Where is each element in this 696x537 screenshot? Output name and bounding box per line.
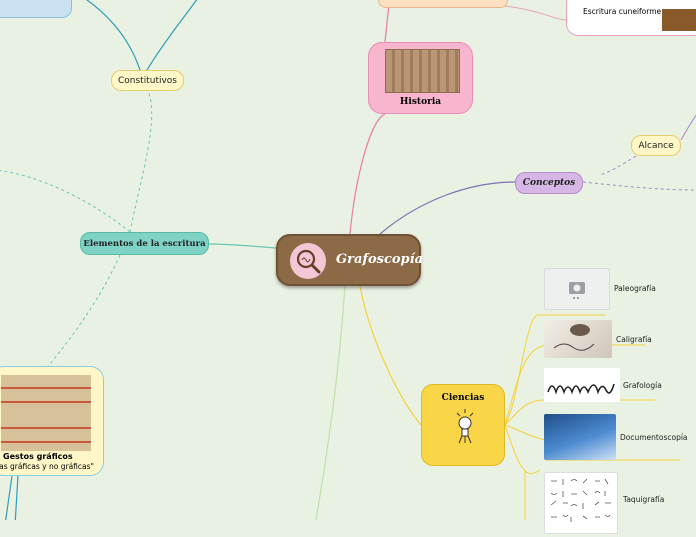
alcance-label: Alcance xyxy=(638,140,674,151)
lightbulb-icon xyxy=(456,409,474,444)
mind-map-canvas: Escritura cuneiforme Constitutivos Histo… xyxy=(0,0,696,534)
elementos-escritura-node[interactable]: Elementos de la escritura xyxy=(80,232,209,255)
cuneiform-tablet-image xyxy=(662,9,696,31)
magnifier-icon xyxy=(290,243,326,279)
escritura-cuneiforme-label: Escritura cuneiforme xyxy=(583,7,662,16)
conceptos-label: Conceptos xyxy=(522,178,576,188)
ciencias-label: Ciencias xyxy=(441,393,485,403)
documentoscopia-image xyxy=(544,414,616,460)
constitutivos-node[interactable]: Constitutivos xyxy=(111,70,184,91)
elementos-escritura-label: Elementos de la escritura xyxy=(83,238,206,249)
paleografia-image xyxy=(544,268,610,310)
partial-top-left-node[interactable] xyxy=(0,0,72,18)
escritura-cuneiforme-node[interactable]: Escritura cuneiforme xyxy=(566,0,696,36)
documentoscopia-label: Documentoscopía xyxy=(620,433,688,442)
handwriting-sample-image xyxy=(1,375,91,451)
hieroglyph-image xyxy=(385,49,460,93)
caligrafia-label: Caligrafía xyxy=(616,335,652,344)
alcance-node[interactable]: Alcance xyxy=(631,135,681,156)
grafologia-image xyxy=(544,368,620,402)
central-topic-node[interactable]: Grafoscopía xyxy=(276,234,423,286)
taquigrafia-image xyxy=(544,472,618,534)
taquigrafia-label: Taquigrafía xyxy=(623,495,665,504)
paleografia-label: Paleografía xyxy=(614,284,656,293)
gestos-graficos-title: Gestos gráficos xyxy=(3,452,73,461)
historia-node[interactable]: Historia xyxy=(368,42,473,114)
constitutivos-label: Constitutivos xyxy=(118,75,177,86)
camera-icon xyxy=(569,282,585,299)
ciencias-node[interactable]: Ciencias xyxy=(421,384,505,466)
gestos-graficos-node[interactable]: Gestos gráficos cas gráficas y no gráfic… xyxy=(0,366,104,476)
conceptos-node[interactable]: Conceptos xyxy=(515,172,583,194)
gestos-graficos-subtitle: cas gráficas y no gráficas" xyxy=(0,462,94,471)
partial-top-node[interactable] xyxy=(378,0,508,8)
central-topic-title: Grafoscopía xyxy=(336,252,423,267)
grafologia-label: Grafología xyxy=(623,381,662,390)
caligrafia-image xyxy=(544,320,612,358)
historia-label: Historia xyxy=(399,97,442,107)
